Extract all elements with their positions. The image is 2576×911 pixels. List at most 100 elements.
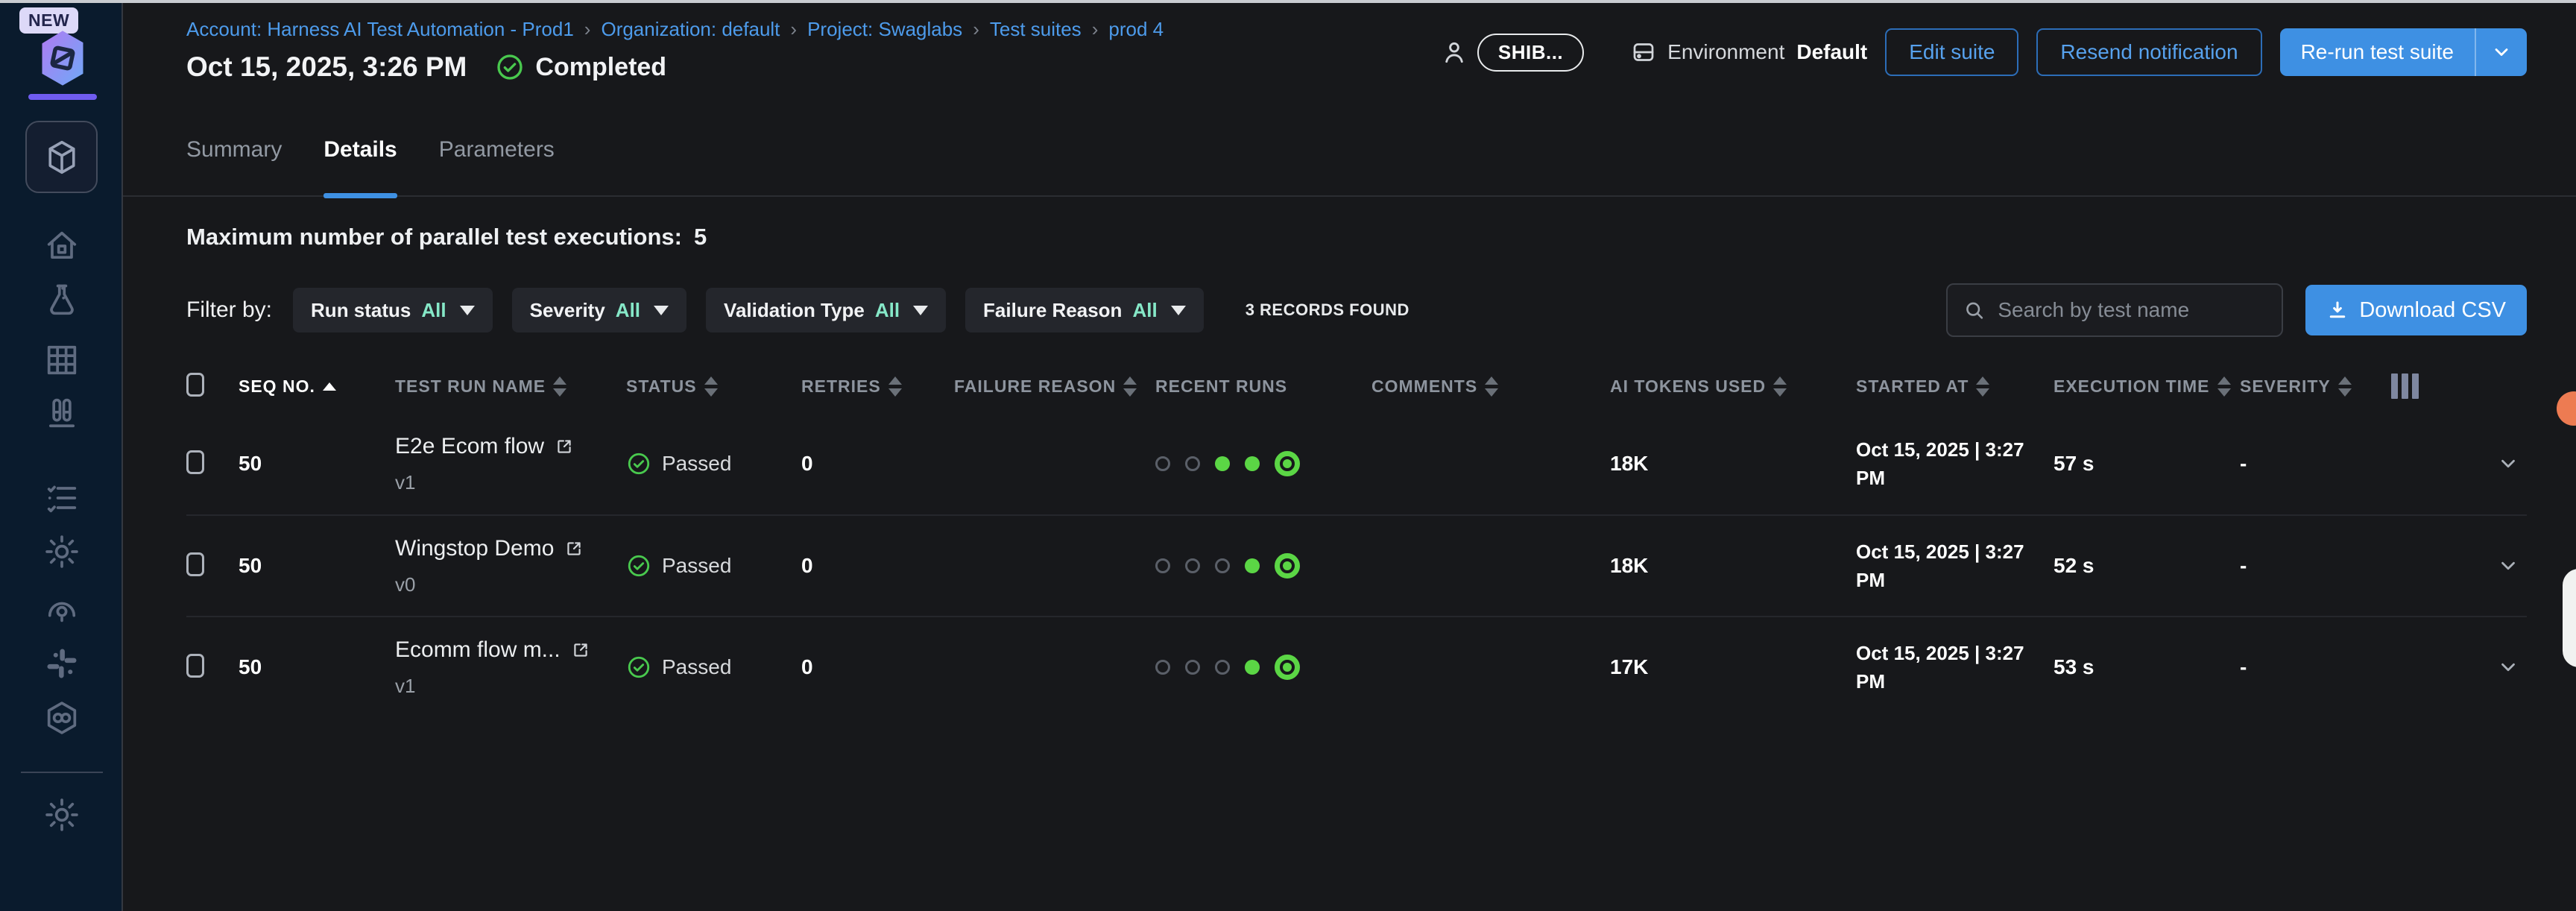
sidebar-item-home[interactable] bbox=[0, 227, 123, 265]
filter-severity[interactable]: SeverityAll bbox=[512, 288, 686, 332]
resend-notification-button[interactable]: Resend notification bbox=[2036, 28, 2261, 76]
recent-run-dot-none[interactable] bbox=[1155, 456, 1170, 471]
column-header-test-run-name[interactable]: TEST RUN NAME bbox=[395, 376, 626, 397]
chevron-down-icon bbox=[2491, 42, 2512, 63]
breadcrumb-item[interactable]: Account: Harness AI Test Automation - Pr… bbox=[186, 18, 574, 41]
row-checkbox[interactable] bbox=[186, 450, 204, 474]
environment-value[interactable]: Default bbox=[1796, 40, 1867, 64]
filter-validation-type[interactable]: Validation TypeAll bbox=[706, 288, 946, 332]
recent-run-dot-none[interactable] bbox=[1215, 660, 1230, 675]
download-csv-button[interactable]: Download CSV bbox=[2305, 285, 2527, 335]
recent-run-dot-none[interactable] bbox=[1155, 558, 1170, 573]
sort-icon[interactable] bbox=[1123, 376, 1137, 397]
sidebar-item-settings-mid[interactable] bbox=[0, 532, 123, 571]
row-checkbox[interactable] bbox=[186, 654, 204, 678]
chevron-down-icon[interactable] bbox=[2497, 453, 2519, 475]
sidebar-item-experiments[interactable] bbox=[0, 281, 123, 320]
column-header-execution-time[interactable]: EXECUTION TIME bbox=[2053, 376, 2240, 397]
sidebar-item-chaos[interactable] bbox=[0, 590, 123, 628]
main-content: Account: Harness AI Test Automation - Pr… bbox=[123, 3, 2576, 717]
tab-parameters[interactable]: Parameters bbox=[439, 128, 555, 197]
sort-icon[interactable] bbox=[2338, 376, 2352, 397]
rerun-dropdown-toggle[interactable] bbox=[2476, 42, 2527, 63]
filter-failure-reason[interactable]: Failure ReasonAll bbox=[965, 288, 1204, 332]
recent-run-dot-current[interactable] bbox=[1275, 451, 1300, 476]
cell-execution-time: 52 s bbox=[2053, 554, 2240, 578]
select-all-checkbox[interactable] bbox=[186, 373, 204, 397]
external-link-icon[interactable] bbox=[555, 437, 574, 456]
recent-run-dot-none[interactable] bbox=[1185, 660, 1200, 675]
table-header: SEQ NO.TEST RUN NAME STATUSRETRIESFAILURE… bbox=[186, 359, 2527, 413]
recent-run-dot-none[interactable] bbox=[1185, 558, 1200, 573]
tab-details[interactable]: Details bbox=[323, 128, 397, 197]
sidebar-item-integrations[interactable] bbox=[0, 644, 123, 683]
test-run-name-link[interactable]: Wingstop Demo bbox=[395, 536, 554, 561]
column-header-started-at[interactable]: STARTED AT bbox=[1856, 376, 2053, 397]
breadcrumb-item[interactable]: Test suites bbox=[990, 18, 1082, 41]
column-label: TEST RUN NAME bbox=[395, 376, 546, 397]
external-link-icon[interactable] bbox=[564, 539, 584, 558]
external-link-icon[interactable] bbox=[571, 640, 590, 660]
sidebar-item-checklist[interactable] bbox=[0, 479, 123, 517]
column-header-recent-runs[interactable]: RECENT RUNS bbox=[1155, 376, 1371, 397]
test-run-name-link[interactable]: Ecomm flow m... bbox=[395, 637, 561, 663]
window-top-edge bbox=[0, 0, 2576, 3]
app-logo-icon[interactable] bbox=[30, 25, 95, 91]
sidebar-item-pipelines[interactable] bbox=[0, 699, 123, 737]
user-pill-button[interactable]: SHIB... bbox=[1477, 34, 1584, 72]
filter-run-status[interactable]: Run statusAll bbox=[293, 288, 493, 332]
chevron-down-icon[interactable] bbox=[2497, 555, 2519, 577]
sort-icon[interactable] bbox=[1773, 376, 1787, 397]
table-row: 50Ecomm flow m...v1Passed017KOct 15, 202… bbox=[186, 616, 2527, 717]
help-widget-cutoff[interactable] bbox=[2563, 569, 2576, 667]
column-header-comments[interactable]: COMMENTS bbox=[1371, 376, 1610, 397]
column-label: RECENT RUNS bbox=[1155, 376, 1287, 397]
sidebar-item-settings-bottom[interactable] bbox=[0, 795, 123, 834]
test-run-name-link[interactable]: E2e Ecom flow bbox=[395, 434, 544, 459]
column-header-ai-tokens-used[interactable]: AI TOKENS USED bbox=[1610, 376, 1856, 397]
sort-asc-icon[interactable] bbox=[323, 382, 336, 391]
rerun-test-suite-button[interactable]: Re-run test suite bbox=[2280, 28, 2527, 76]
tab-summary[interactable]: Summary bbox=[186, 128, 282, 197]
breadcrumb-item[interactable]: Project: Swaglabs bbox=[807, 18, 962, 41]
recent-run-dot-none[interactable] bbox=[1185, 456, 1200, 471]
column-header-severity[interactable]: SEVERITY bbox=[2240, 376, 2385, 397]
sidebar-item-test-tubes[interactable] bbox=[0, 394, 123, 433]
search-input[interactable] bbox=[1998, 298, 2267, 322]
column-header-failure-reason[interactable]: FAILURE REASON bbox=[954, 376, 1155, 397]
recent-run-dot-pass[interactable] bbox=[1245, 660, 1260, 675]
column-header-retries[interactable]: RETRIES bbox=[801, 376, 954, 397]
cell-checkbox bbox=[186, 450, 239, 478]
gear-icon bbox=[42, 795, 81, 834]
columns-icon[interactable] bbox=[2391, 373, 2527, 399]
sort-icon[interactable] bbox=[888, 376, 902, 397]
recent-run-dot-current[interactable] bbox=[1275, 553, 1300, 579]
sort-icon[interactable] bbox=[1485, 376, 1498, 397]
column-label: COMMENTS bbox=[1371, 376, 1477, 397]
recent-run-dot-pass[interactable] bbox=[1215, 456, 1230, 471]
recent-run-dot-none[interactable] bbox=[1215, 558, 1230, 573]
sidebar-item-modules[interactable] bbox=[25, 121, 98, 193]
cell-expand bbox=[2385, 656, 2527, 678]
chevron-down-icon[interactable] bbox=[2497, 656, 2519, 678]
sidebar-item-grid[interactable] bbox=[0, 341, 123, 379]
sort-icon[interactable] bbox=[1976, 376, 1989, 397]
topbar-actions: SHIB... Environment Default Edit suite R… bbox=[1440, 28, 2527, 76]
recent-run-dot-pass[interactable] bbox=[1245, 456, 1260, 471]
test-run-version: v0 bbox=[395, 573, 626, 596]
breadcrumb-separator: › bbox=[790, 18, 797, 41]
rerun-label[interactable]: Re-run test suite bbox=[2280, 40, 2475, 64]
sort-icon[interactable] bbox=[704, 376, 718, 397]
breadcrumb-item[interactable]: Organization: default bbox=[601, 18, 780, 41]
recent-run-dot-pass[interactable] bbox=[1245, 558, 1260, 573]
search-box[interactable] bbox=[1946, 283, 2283, 337]
column-header-status[interactable]: STATUS bbox=[626, 376, 801, 397]
edit-suite-button[interactable]: Edit suite bbox=[1885, 28, 2018, 76]
recent-run-dot-current[interactable] bbox=[1275, 655, 1300, 680]
sort-icon[interactable] bbox=[2217, 376, 2231, 397]
breadcrumb-item[interactable]: prod 4 bbox=[1108, 18, 1164, 41]
recent-run-dot-none[interactable] bbox=[1155, 660, 1170, 675]
column-header-seq-no-[interactable]: SEQ NO. bbox=[239, 376, 395, 397]
row-checkbox[interactable] bbox=[186, 552, 204, 576]
sort-icon[interactable] bbox=[553, 376, 566, 397]
